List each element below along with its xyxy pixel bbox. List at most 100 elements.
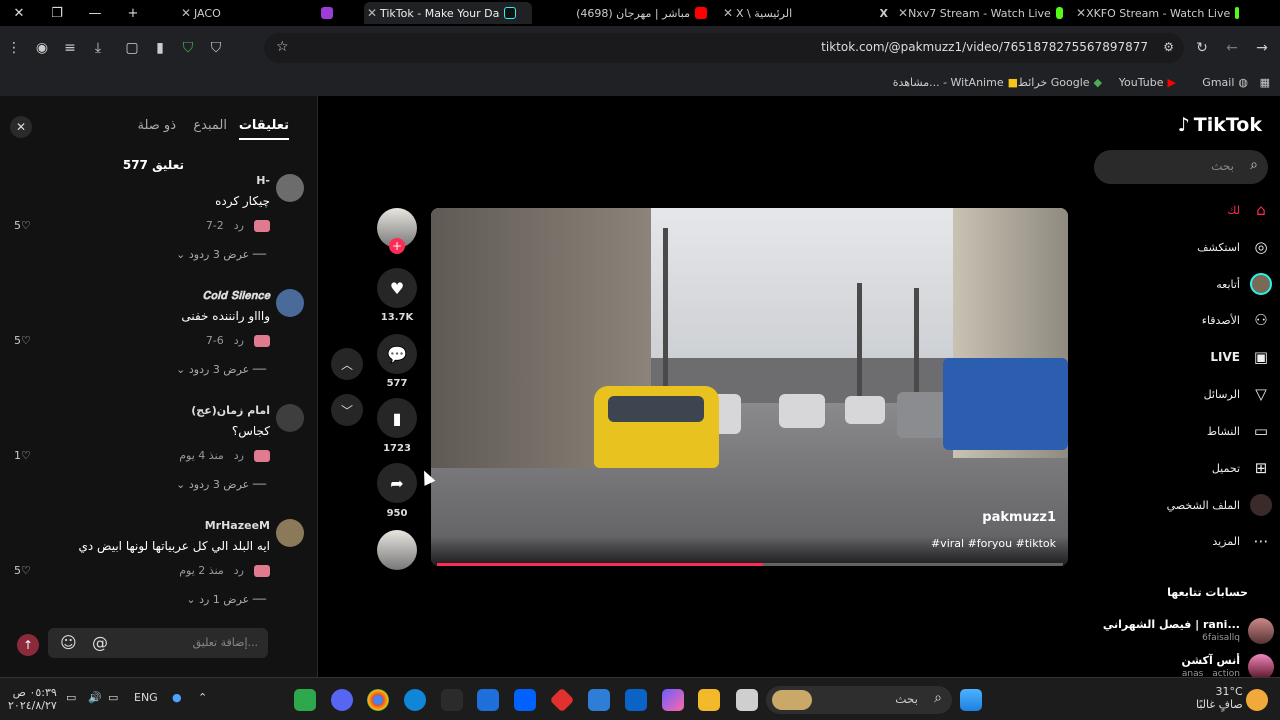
bookmark-maps[interactable]: خرائط Google ◆ <box>1018 76 1102 89</box>
view-replies-button[interactable]: ⌄ عرض 3 ردود ── <box>176 363 266 376</box>
view-replies-button[interactable]: ⌄ عرض 1 رد ── <box>186 593 266 606</box>
bookmark-youtube[interactable]: YouTube ▶ <box>1119 76 1176 89</box>
tab-nxv7[interactable]: ✕ Nxv7 Stream - Watch Live <box>898 2 1068 24</box>
next-video-button[interactable]: ﹀ <box>331 394 363 426</box>
forward-icon[interactable]: ← <box>1218 34 1246 62</box>
nav-explore[interactable]: استكشف ◎ <box>1197 235 1272 259</box>
emoji-icon[interactable]: ☺ <box>60 633 77 652</box>
taskbar-app-icon[interactable] <box>294 689 316 711</box>
bookmark-gmail[interactable]: Gmail ◍ <box>1202 76 1248 89</box>
comment-button[interactable]: 💬 <box>377 334 417 374</box>
chrome-icon[interactable] <box>367 689 389 711</box>
nav-for-you[interactable]: لك ⌂ <box>1227 198 1272 222</box>
new-tab-icon[interactable]: + <box>114 0 152 26</box>
clock[interactable]: ٠٥:٣٩ ص ٢٠٢٤/٨/٢٧ <box>8 686 57 712</box>
tiktok-logo[interactable]: ♪ TikTok <box>1178 114 1262 136</box>
media-icon[interactable]: ≡ <box>56 34 84 62</box>
reply-button[interactable]: رد <box>234 564 244 577</box>
video-player[interactable]: pakmuzz1 #viral #foryou #tiktok <box>431 208 1068 566</box>
nav-friends[interactable]: الأصدقاء ⚇ <box>1202 308 1272 332</box>
task-view-icon[interactable] <box>736 689 758 711</box>
nav-following[interactable]: أتابعه <box>1216 272 1272 296</box>
close-comments-icon[interactable]: ✕ <box>10 116 32 138</box>
minimize-window-icon[interactable]: — <box>76 0 114 26</box>
at-mention-icon[interactable]: @ <box>92 633 108 652</box>
tab-comments[interactable]: تعليقات <box>238 118 289 140</box>
send-comment-button[interactable]: ↑ <box>17 634 39 656</box>
reply-button[interactable]: رد <box>234 334 244 347</box>
menu-icon[interactable]: ⋮ <box>0 34 28 62</box>
discord-icon[interactable] <box>331 689 353 711</box>
microphone-icon[interactable]: ● <box>172 691 182 704</box>
view-replies-button[interactable]: ⌄ عرض 3 ردود ── <box>176 478 266 491</box>
address-bar[interactable]: ☆ tiktok.com/@pakmuzz1/video/76518782755… <box>264 33 1184 63</box>
reply-button[interactable]: رد <box>234 449 244 462</box>
vpn-icon[interactable] <box>477 689 499 711</box>
nav-live[interactable]: LIVE ▣ <box>1210 345 1272 369</box>
taskbar-search[interactable]: بحث ⌕ <box>766 686 952 714</box>
tab-related[interactable]: ذو صلة <box>137 118 176 133</box>
previous-video-button[interactable]: ︿ <box>331 348 363 380</box>
tab-jaco[interactable]: ✕ JACO <box>178 2 338 24</box>
following-account[interactable]: فيصل الشهراني | rani... 6faisallq <box>1094 616 1274 650</box>
avatar[interactable] <box>276 519 304 547</box>
add-comment-input[interactable]: @ ☺ إضافة تعليق... <box>48 628 268 658</box>
copilot-icon[interactable] <box>662 689 684 711</box>
shield-icon[interactable]: ⛉ <box>174 34 202 62</box>
epic-games-icon[interactable] <box>441 689 463 711</box>
shield-icon[interactable]: ⛉ <box>202 34 230 62</box>
comment-username[interactable]: امام زمان(عج) <box>191 404 270 417</box>
save-button[interactable]: ▮ <box>377 398 417 438</box>
like-comment-button[interactable]: 5♡ <box>14 564 31 577</box>
close-window-icon[interactable]: ✕ <box>0 0 38 26</box>
reload-icon[interactable]: ↻ <box>1188 34 1216 62</box>
nav-messages[interactable]: الرسائل ▽ <box>1204 382 1272 406</box>
close-tab-icon[interactable]: ✕ <box>1076 6 1086 20</box>
back-icon[interactable]: → <box>1248 34 1276 62</box>
mail-icon[interactable] <box>588 689 610 711</box>
download-icon[interactable]: ⤓ <box>84 34 112 62</box>
nav-profile[interactable]: الملف الشخصي <box>1167 493 1272 517</box>
tab-creator[interactable]: المبدع <box>193 118 227 133</box>
creator-avatar[interactable]: + <box>377 208 417 254</box>
battery-icon[interactable]: ▭ <box>66 691 76 704</box>
close-tab-icon[interactable]: ✕ <box>364 6 380 20</box>
store-icon[interactable] <box>625 689 647 711</box>
file-explorer-icon[interactable] <box>698 689 720 711</box>
avatar[interactable] <box>276 174 304 202</box>
star-icon[interactable]: ☆ <box>276 39 289 55</box>
avatar[interactable] <box>276 404 304 432</box>
like-comment-button[interactable]: 5♡ <box>14 219 31 232</box>
weather-widget[interactable]: 31°C صافٍ غالبًا <box>1196 685 1243 711</box>
like-comment-button[interactable]: 1♡ <box>14 449 31 462</box>
tab-tiktok[interactable]: ✕ TikTok - Make Your Da <box>364 2 532 24</box>
reply-button[interactable]: رد <box>234 219 244 232</box>
app-icon[interactable] <box>549 687 575 713</box>
close-tab-icon[interactable]: ✕ <box>178 6 194 20</box>
search-input[interactable]: بحث ⌕ <box>1094 150 1268 184</box>
comment-username[interactable]: 𝐂𝐨𝐥𝐝 𝐒𝐢𝐥𝐞𝐧𝐜𝐞 <box>202 289 270 303</box>
volume-icon[interactable]: 🔊 <box>88 691 102 704</box>
apps-icon[interactable]: ▦ <box>1260 76 1270 89</box>
tab-xkfo[interactable]: ✕ XKFO Stream - Watch Live <box>1076 2 1244 24</box>
dropbox-icon[interactable] <box>514 689 536 711</box>
language-indicator[interactable]: ENG <box>134 691 158 704</box>
nav-upload[interactable]: تحميل ⊞ <box>1212 456 1272 480</box>
bookmark-witanime[interactable]: مشاهدة... - WitAnime ■ <box>893 76 1018 89</box>
comment-username[interactable]: H- <box>256 174 270 187</box>
nav-activity[interactable]: النشاط ▭ <box>1207 419 1272 443</box>
edge-icon[interactable] <box>404 689 426 711</box>
tab-x[interactable]: ✕ X \ الرئيسية X <box>720 2 888 24</box>
tab-youtube-live[interactable]: مباشر | مهرجان (4698) <box>544 2 712 24</box>
extensions-icon[interactable]: ▢ <box>118 34 146 62</box>
extension-icon[interactable]: ◉ <box>28 34 56 62</box>
like-comment-button[interactable]: 5♡ <box>14 334 31 347</box>
chevron-up-icon[interactable]: ⌃ <box>198 691 207 704</box>
nav-more[interactable]: المزيد ⋯ <box>1212 529 1272 553</box>
avatar[interactable] <box>276 289 304 317</box>
close-tab-icon[interactable]: ✕ <box>720 6 736 20</box>
sound-avatar[interactable] <box>377 530 417 570</box>
close-tab-icon[interactable]: ✕ <box>898 6 908 20</box>
share-button[interactable]: ➦ <box>377 463 417 503</box>
video-progress-bar[interactable] <box>437 563 1063 566</box>
